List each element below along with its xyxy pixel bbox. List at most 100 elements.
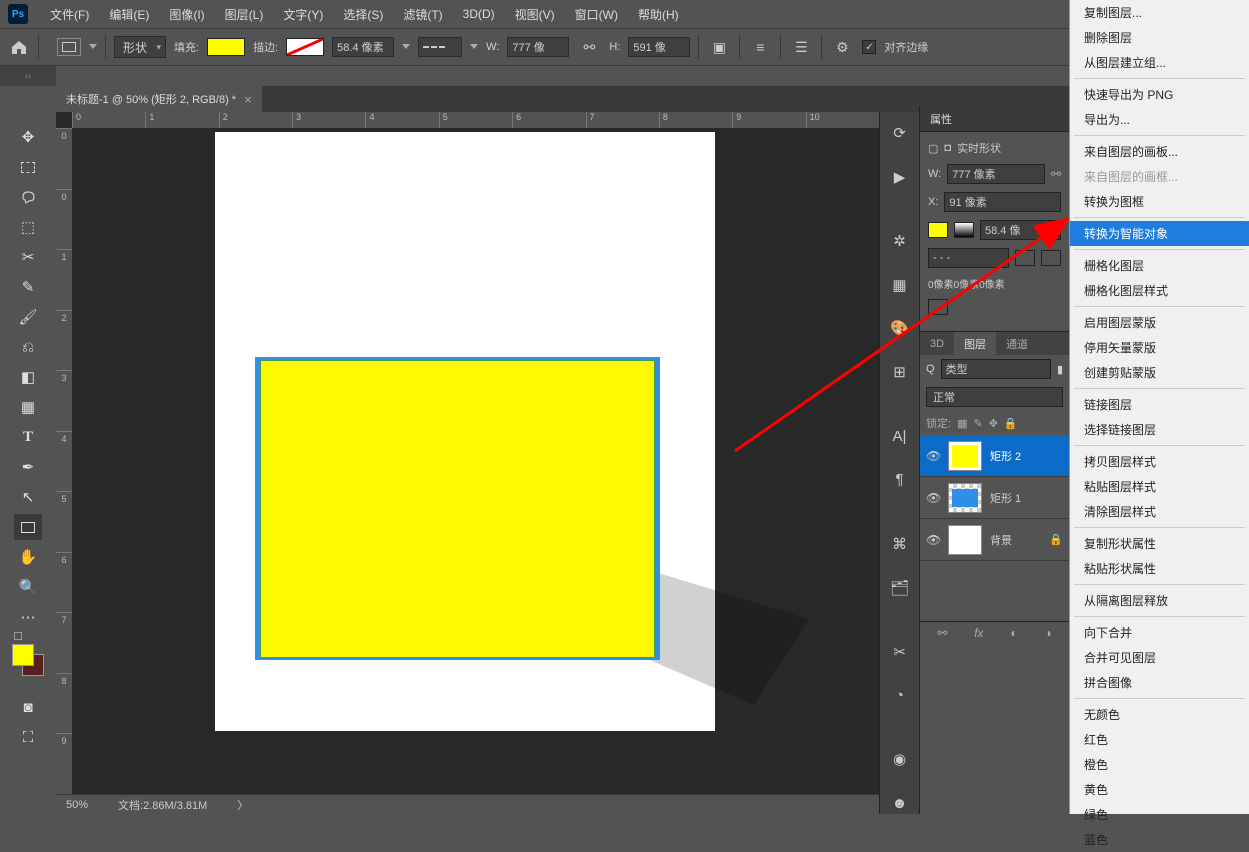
tab-3d[interactable]: 3D xyxy=(920,332,954,355)
menu-file[interactable]: 文件(F) xyxy=(40,6,99,23)
ctx-release-isolation[interactable]: 从隔离图层释放 xyxy=(1070,588,1249,613)
char-icon[interactable]: A| xyxy=(888,425,912,447)
gradient-tool[interactable]: ▦ xyxy=(14,394,42,420)
ctx-rasterize-style[interactable]: 栅格化图层样式 xyxy=(1070,278,1249,303)
marquee-tool[interactable] xyxy=(14,154,42,180)
ctx-convert-to-frame[interactable]: 转换为图框 xyxy=(1070,189,1249,214)
filter-toggle-icon[interactable]: ▮ xyxy=(1057,363,1063,376)
ctx-artboard-from-layers[interactable]: 来自图层的画板... xyxy=(1070,139,1249,164)
tab-layers[interactable]: 图层 xyxy=(954,332,996,355)
align-icon[interactable]: ≡ xyxy=(748,35,772,59)
foreground-swatch[interactable] xyxy=(12,644,34,666)
ctx-disable-vector-mask[interactable]: 停用矢量蒙版 xyxy=(1070,335,1249,360)
prop-stroke-input[interactable]: 58.4 像 xyxy=(980,220,1061,240)
fill-mini-swatch[interactable] xyxy=(928,222,948,238)
stroke-dash[interactable]: - - - xyxy=(928,248,1009,268)
layer-thumb[interactable] xyxy=(948,483,982,513)
eyedropper-tool[interactable]: ✎ xyxy=(14,274,42,300)
menu-select[interactable]: 选择(S) xyxy=(333,6,393,23)
ctx-link-layers[interactable]: 链接图层 xyxy=(1070,392,1249,417)
ctx-copy-layer-style[interactable]: 拷贝图层样式 xyxy=(1070,449,1249,474)
document-tab[interactable]: 未标题-1 @ 50% (矩形 2, RGB/8) * × xyxy=(56,86,262,112)
lock-paint-icon[interactable]: ✎ xyxy=(973,417,982,430)
clone-tool[interactable]: ⎌ xyxy=(14,334,42,360)
blend-mode-dropdown[interactable]: 正常 xyxy=(926,387,1063,407)
kind-filter-icon[interactable]: Q xyxy=(926,363,935,375)
quick-select-tool[interactable]: ⬚ xyxy=(14,214,42,240)
layer-item-rect2[interactable]: 👁 矩形 2 xyxy=(920,435,1069,477)
stroke-mini-swatch[interactable] xyxy=(954,222,974,238)
tab-channels[interactable]: 通道 xyxy=(996,332,1038,355)
ctx-export-as[interactable]: 导出为... xyxy=(1070,107,1249,132)
link-icon[interactable]: ⚯ xyxy=(1051,167,1061,181)
grid-icon[interactable]: ⊞ xyxy=(888,361,912,383)
styles-icon[interactable]: ◔ xyxy=(888,684,912,706)
ctx-yellow[interactable]: 黄色 xyxy=(1070,777,1249,802)
ctx-copy-layer[interactable]: 复制图层... xyxy=(1070,0,1249,25)
fill-swatch[interactable] xyxy=(207,38,245,56)
pen-tool[interactable]: ✒ xyxy=(14,454,42,480)
canvas-viewport[interactable] xyxy=(72,128,879,794)
chevron-down-icon[interactable] xyxy=(89,44,97,50)
ctx-convert-to-smart-object[interactable]: 转换为智能对象 xyxy=(1070,221,1249,246)
ctx-merge-visible[interactable]: 合并可见图层 xyxy=(1070,645,1249,670)
menu-3d[interactable]: 3D(D) xyxy=(453,7,505,21)
menu-filter[interactable]: 滤镜(T) xyxy=(393,6,452,23)
arrange-icon[interactable]: ☰ xyxy=(789,35,813,59)
ctx-rasterize-layer[interactable]: 栅格化图层 xyxy=(1070,253,1249,278)
link-wh-icon[interactable]: ⚯ xyxy=(577,35,601,59)
height-input[interactable]: 591 像 xyxy=(628,37,690,57)
play-icon[interactable]: ▶ xyxy=(888,166,912,188)
layer-name[interactable]: 矩形 1 xyxy=(990,490,1021,506)
stroke-cap-icon[interactable] xyxy=(1041,250,1061,266)
crop-tool[interactable]: ✂ xyxy=(14,244,42,270)
visibility-icon[interactable]: 👁 xyxy=(926,533,940,547)
menu-help[interactable]: 帮助(H) xyxy=(628,6,689,23)
layer-name[interactable]: 矩形 2 xyxy=(990,448,1021,464)
align-edges-check[interactable]: ✓ xyxy=(862,40,876,54)
color-icon[interactable]: 🎨 xyxy=(888,317,912,339)
swatches-icon[interactable]: ▦ xyxy=(888,274,912,296)
menu-image[interactable]: 图像(I) xyxy=(159,6,214,23)
cc-icon[interactable]: ◉ xyxy=(888,748,912,770)
ctx-select-linked[interactable]: 选择链接图层 xyxy=(1070,417,1249,442)
gear-icon[interactable]: ⚙ xyxy=(830,35,854,59)
fx-icon[interactable]: fx xyxy=(974,626,983,640)
ctx-quick-export-png[interactable]: 快速导出为 PNG xyxy=(1070,82,1249,107)
lock-all-icon[interactable]: 🔒 xyxy=(1004,417,1018,430)
close-tab-icon[interactable]: × xyxy=(244,92,252,107)
glyph-icon[interactable]: ⌘ xyxy=(888,533,912,555)
ctx-copy-shape-attrs[interactable]: 复制形状属性 xyxy=(1070,531,1249,556)
ctx-red[interactable]: 红色 xyxy=(1070,727,1249,752)
menu-layer[interactable]: 图层(L) xyxy=(215,6,274,23)
adj-icon[interactable]: ◑ xyxy=(1044,626,1051,640)
ctx-clear-layer-style[interactable]: 清除图层样式 xyxy=(1070,499,1249,524)
adjust-icon[interactable]: ✂ xyxy=(888,641,912,663)
ctx-delete-layer[interactable]: 删除图层 xyxy=(1070,25,1249,50)
color-swatches[interactable] xyxy=(12,644,44,676)
ctx-merge-down[interactable]: 向下合并 xyxy=(1070,620,1249,645)
menu-type[interactable]: 文字(Y) xyxy=(273,6,333,23)
prop-w-input[interactable]: 777 像素 xyxy=(947,164,1045,184)
chevron-down-icon[interactable] xyxy=(402,44,410,50)
type-tool[interactable]: T xyxy=(14,424,42,450)
ctx-orange[interactable]: 橙色 xyxy=(1070,752,1249,777)
pathop-icon[interactable]: ▣ xyxy=(707,35,731,59)
layer-item-rect1[interactable]: 👁 矩形 1 xyxy=(920,477,1069,519)
path-select-tool[interactable]: ↖ xyxy=(14,484,42,510)
kind-dropdown[interactable]: 类型 xyxy=(941,359,1051,379)
stroke-align-icon[interactable] xyxy=(1015,250,1035,266)
mode-dropdown[interactable]: 形状 xyxy=(114,36,166,58)
visibility-icon[interactable]: 👁 xyxy=(926,449,940,463)
stroke-width-input[interactable]: 58.4 像素 xyxy=(332,37,394,57)
history-icon[interactable]: ⟳ xyxy=(888,122,912,144)
home-icon[interactable] xyxy=(8,37,30,57)
menu-edit[interactable]: 编辑(E) xyxy=(99,6,159,23)
ruler-vertical[interactable]: 00123456789 xyxy=(56,128,72,794)
edit-toolbar[interactable]: ⋯ xyxy=(14,604,42,630)
prop-x-input[interactable]: 91 像素 xyxy=(944,192,1061,212)
ctx-enable-layer-mask[interactable]: 启用图层蒙版 xyxy=(1070,310,1249,335)
stroke-swatch[interactable] xyxy=(286,38,324,56)
link-layers-icon[interactable]: ⚯ xyxy=(937,626,947,640)
lock-pos-icon[interactable]: ✥ xyxy=(989,417,998,430)
